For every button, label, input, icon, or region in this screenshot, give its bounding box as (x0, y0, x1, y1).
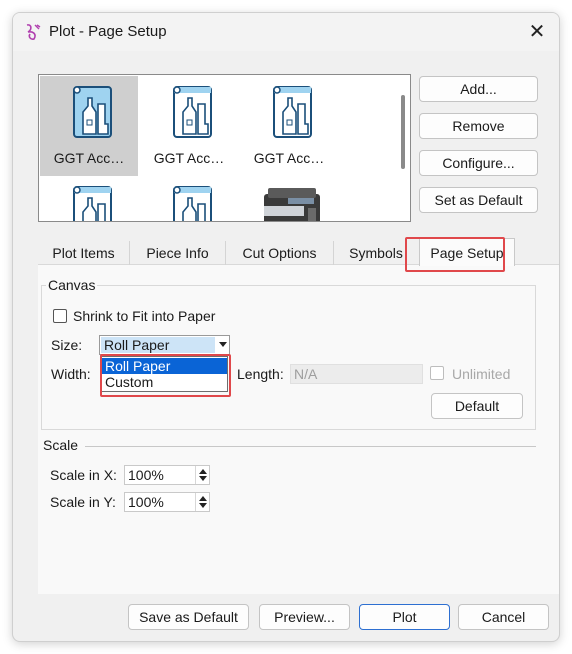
shrink-to-fit-label: Shrink to Fit into Paper (73, 308, 216, 324)
plotter-label: GGT Acc… (53, 150, 125, 166)
length-field[interactable]: N/A (290, 364, 423, 384)
unlimited-label: Unlimited (452, 366, 511, 382)
title-bar: Plot - Page Setup ✕ (13, 13, 559, 51)
spin-up-icon (199, 496, 207, 501)
tab-piece-info[interactable]: Piece Info (130, 241, 226, 265)
scale-separator (85, 446, 536, 447)
window-title: Plot - Page Setup (49, 23, 167, 40)
cutter-plotter-icon (73, 186, 112, 221)
add-button[interactable]: Add... (419, 76, 538, 102)
scale-y-spinbox[interactable]: 100% (124, 492, 210, 512)
app-logo-icon (26, 24, 41, 40)
close-icon: ✕ (528, 21, 546, 43)
scale-group-title: Scale (41, 437, 81, 453)
spin-up-icon (199, 469, 207, 474)
scale-x-spin-arrows[interactable] (195, 466, 209, 484)
plotter-list-scrollbar[interactable] (401, 95, 405, 169)
tab-plot-items[interactable]: Plot Items (38, 241, 130, 265)
plotter-label: GGT Acc… (253, 150, 325, 166)
plotter-list[interactable]: GGT Acc… GGT Acc… GGT Acc… (38, 74, 411, 222)
canvas-default-button[interactable]: Default (431, 393, 523, 419)
close-button[interactable]: ✕ (515, 13, 559, 51)
plotter-item-1[interactable]: GGT Acc… (40, 76, 138, 176)
width-label: Width: (51, 366, 91, 382)
plot-button[interactable]: Plot (359, 604, 450, 630)
plotter-label: GGT Acc… (153, 150, 225, 166)
cutter-plotter-icon (173, 186, 212, 221)
scale-x-label: Scale in X: (50, 467, 117, 483)
size-select-value: Roll Paper (101, 337, 215, 353)
cancel-button[interactable]: Cancel (458, 604, 549, 630)
plotter-item-3[interactable]: GGT Acc… (240, 76, 338, 176)
save-as-default-button[interactable]: Save as Default (128, 604, 249, 630)
remove-button[interactable]: Remove (419, 113, 538, 139)
size-label: Size: (51, 337, 83, 353)
shrink-to-fit-checkbox[interactable] (53, 309, 67, 323)
plotter-item-2[interactable]: GGT Acc… (140, 76, 238, 176)
plotter-item-5[interactable] (140, 176, 238, 221)
size-dropdown-highlight-frame (100, 354, 231, 397)
scale-x-spinbox[interactable]: 100% (124, 465, 210, 485)
length-label: Length: (237, 366, 284, 382)
canvas-group-title: Canvas (46, 277, 98, 293)
chevron-down-icon (219, 342, 227, 347)
size-select[interactable]: Roll Paper (99, 335, 230, 355)
set-default-button[interactable]: Set as Default (419, 187, 538, 213)
page-setup-panel: Canvas Shrink to Fit into Paper Size: Ro… (38, 264, 559, 594)
scale-x-value: 100% (128, 467, 164, 483)
configure-button[interactable]: Configure... (419, 150, 538, 176)
preview-button[interactable]: Preview... (259, 604, 350, 630)
scale-y-value: 100% (128, 494, 164, 510)
plot-dialog-window: Plot - Page Setup ✕ GGT Acc… GGT Acc… GG… (12, 12, 560, 642)
printer-icon (264, 188, 320, 221)
plotter-item-6[interactable] (240, 176, 338, 221)
spin-down-icon (199, 476, 207, 481)
plotter-item-4[interactable] (40, 176, 138, 221)
unlimited-checkbox[interactable] (430, 366, 444, 380)
scale-y-label: Scale in Y: (50, 494, 116, 510)
scale-y-spin-arrows[interactable] (195, 493, 209, 511)
page-setup-tab-highlight-frame (405, 237, 505, 272)
cutter-plotter-icon (273, 86, 312, 138)
tab-cut-options[interactable]: Cut Options (226, 241, 334, 265)
cutter-plotter-icon (173, 86, 212, 138)
cutter-plotter-icon (73, 86, 112, 138)
spin-down-icon (199, 503, 207, 508)
